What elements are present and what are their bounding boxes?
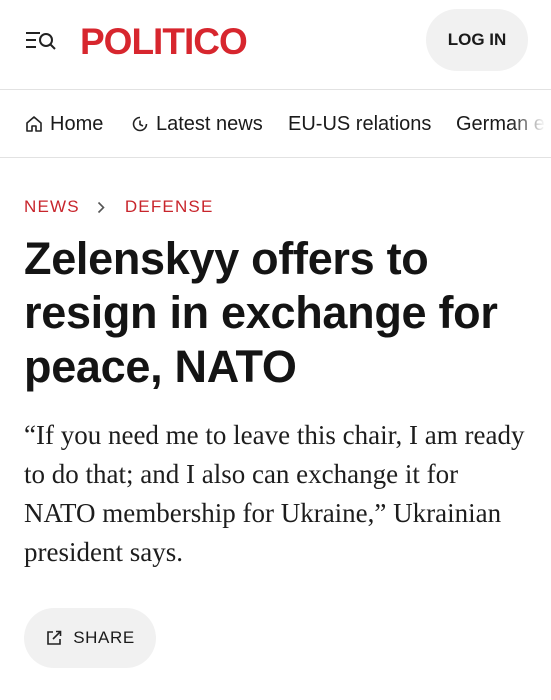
article-title: Zelenskyy offers to resign in exchange f… <box>24 233 498 392</box>
politico-logo[interactable]: POLITICO <box>80 20 248 64</box>
menu-search-icon[interactable] <box>25 28 57 54</box>
share-external-icon <box>47 630 62 645</box>
breadcrumb-news[interactable]: NEWS <box>24 197 80 217</box>
nav-item-label: Home <box>50 112 104 135</box>
chevron-right-icon <box>97 201 105 214</box>
breadcrumb-defense[interactable]: DEFENSE <box>125 197 214 217</box>
home-icon <box>26 116 42 132</box>
clock-icon <box>132 116 148 132</box>
login-button[interactable]: LOG IN <box>426 9 528 71</box>
site-header: POLITICO LOG IN <box>0 0 551 90</box>
nav-item-label: German e <box>456 112 545 135</box>
nav-item-home[interactable]: Home <box>25 90 104 157</box>
share-button[interactable]: SHARE <box>24 608 156 668</box>
article-dek: “If you need me to leave this chair, I a… <box>24 420 525 567</box>
share-label: SHARE <box>73 628 135 647</box>
nav-item-german[interactable]: German e <box>456 90 545 157</box>
nav-item-label: Latest news <box>156 112 263 135</box>
nav-item-latest-news[interactable]: Latest news <box>131 90 263 157</box>
breadcrumb: NEWS DEFENSE <box>24 195 214 219</box>
topic-nav: Home Latest news EU-US relations German … <box>0 90 551 158</box>
nav-item-eu-us-relations[interactable]: EU-US relations <box>288 90 432 157</box>
nav-item-label: EU-US relations <box>288 112 432 135</box>
